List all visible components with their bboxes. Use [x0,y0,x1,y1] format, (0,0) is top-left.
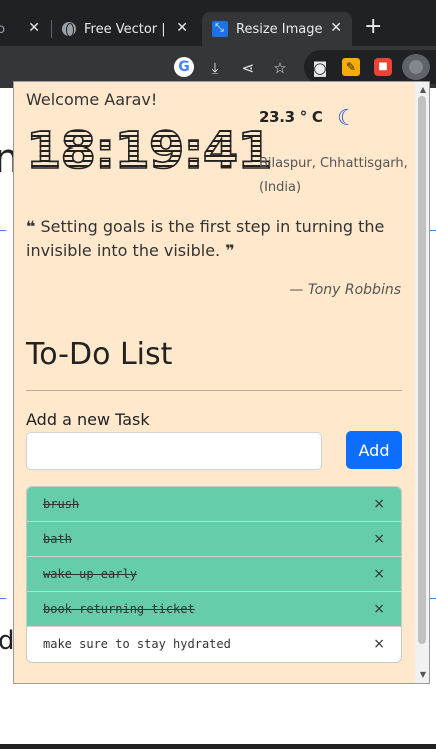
bookmark-star-icon[interactable]: ☆ [270,58,290,78]
tab-2-close-icon[interactable]: ✕ [176,20,188,36]
quote-text: Setting goals is the first step in turni… [26,217,385,260]
add-task-button[interactable]: Add [346,431,402,469]
google-icon[interactable]: G [174,57,194,77]
background-divider [0,598,6,599]
tab-1[interactable]: Co ✕ [0,12,50,46]
remove-task-icon[interactable]: × [373,592,385,626]
task-item[interactable]: brush × [27,487,401,522]
extension-red-icon[interactable]: ■ [374,58,392,76]
author-dash: — [289,282,304,298]
taskbar [0,744,436,749]
remove-task-icon[interactable]: × [373,557,385,591]
task-item[interactable]: book returning ticket × [27,592,401,627]
highlighter-icon[interactable]: ✎ [342,58,360,76]
tab-1-label: Co [0,21,6,37]
remove-task-icon[interactable]: × [373,522,385,556]
background-divider [430,598,436,599]
task-text: brush [43,497,80,511]
browser-tab-bar: Co ✕ Free Vector | ✕ Resize Image ✕ + [0,0,436,46]
close-quote-icon: ❞ [225,241,235,260]
scroll-up-icon[interactable]: ▲ [420,85,426,94]
task-item[interactable]: make sure to stay hydrated × [27,627,401,662]
active-extension-icon[interactable] [402,54,430,80]
task-item[interactable]: bath × [27,522,401,557]
quote: ❝ Setting goals is the first step in tur… [26,215,396,263]
task-list: brush × bath × wake up early × book retu… [26,486,402,663]
task-text: wake up early [43,567,137,581]
extension-popup: Welcome Aarav! 18:19:41 23.3 ° C ☾ Bilas… [13,81,430,684]
quote-author: — Tony Robbins [289,282,401,298]
task-text: bath [43,532,72,546]
add-task-label: Add a new Task [26,410,150,429]
resize-image-favicon-icon [212,21,228,37]
clock-display: 18:19:41 [25,121,273,182]
moon-icon: ☾ [337,106,357,131]
popup-scrollbar[interactable]: ▲ ▼ [415,82,429,683]
tab-3-active[interactable]: Resize Image ✕ [202,12,352,46]
task-text: book returning ticket [43,602,195,616]
tab-2-label: Free Vector | [84,21,166,37]
task-text: make sure to stay hydrated [43,637,231,651]
remove-task-icon[interactable]: × [373,487,385,521]
todo-title: To-Do List [26,337,173,372]
background-divider [0,230,6,231]
divider [26,390,402,391]
open-quote-icon: ❝ [26,217,36,236]
location: Bilaspur, Chhattisgarh, (India) [259,156,408,195]
author-name: Tony Robbins [307,282,401,298]
new-tab-icon[interactable]: + [364,16,382,38]
tab-3-close-icon[interactable]: ✕ [330,20,342,36]
scroll-down-icon[interactable]: ▼ [420,670,426,679]
tab-1-close-icon[interactable]: ✕ [28,20,40,36]
temperature: 23.3 ° C [259,108,323,126]
task-input[interactable] [26,432,322,470]
globe-icon [62,22,76,37]
tab-2[interactable]: Free Vector | ✕ [52,12,198,46]
share-icon[interactable]: ⋖ [238,58,258,78]
scroll-thumb[interactable] [418,96,426,644]
install-icon[interactable]: ⤓ [205,58,225,78]
background-divider [430,230,436,231]
camera-icon[interactable]: ◙ [310,58,330,78]
remove-task-icon[interactable]: × [373,627,385,661]
welcome-message: Welcome Aarav! [26,90,158,109]
task-item[interactable]: wake up early × [27,557,401,592]
tab-3-label: Resize Image [236,21,323,37]
